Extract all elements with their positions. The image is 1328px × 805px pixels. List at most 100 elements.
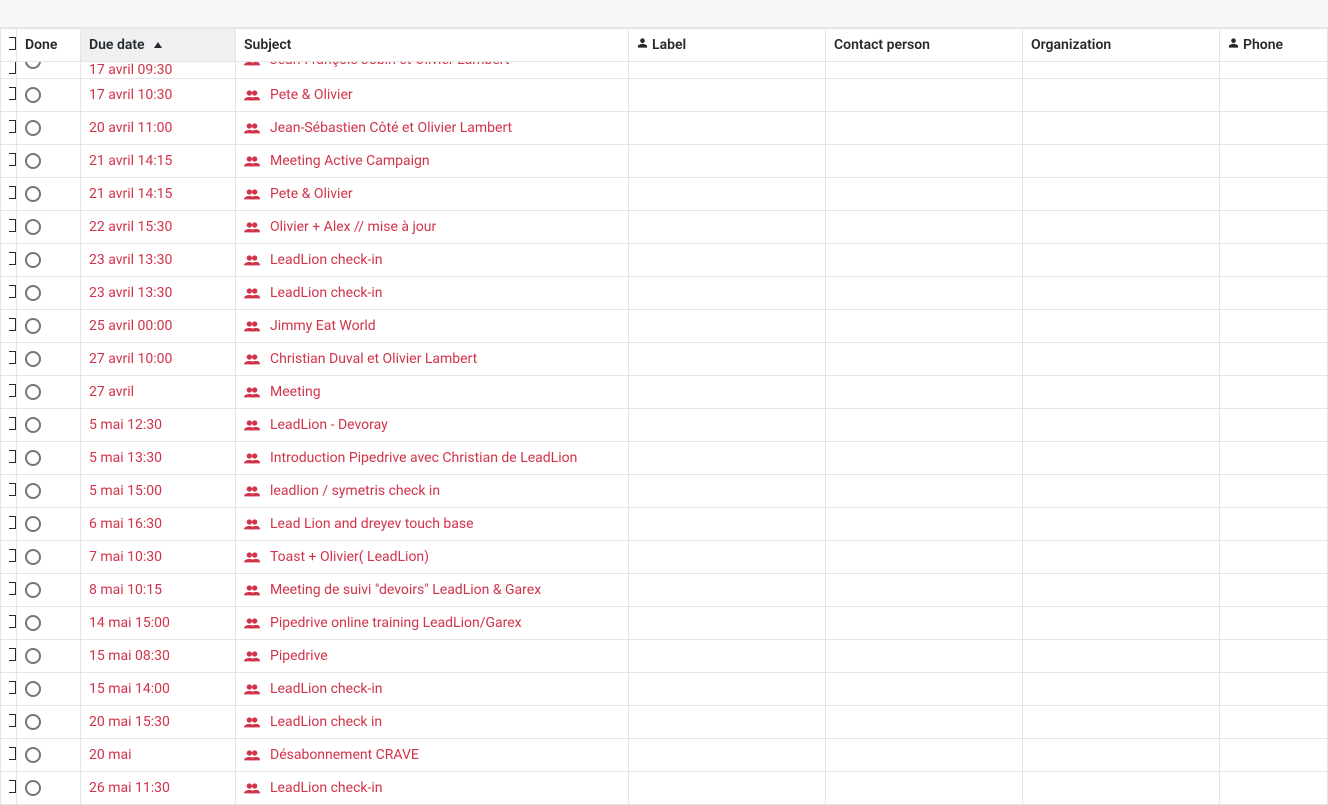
- table-row[interactable]: 21 avril 14:15Meeting Active Campaign: [1, 145, 1328, 178]
- row-phone-cell[interactable]: [1220, 79, 1328, 112]
- row-phone-cell[interactable]: [1220, 640, 1328, 673]
- row-org-cell[interactable]: [1023, 442, 1220, 475]
- row-org-cell[interactable]: [1023, 277, 1220, 310]
- column-header-due-date[interactable]: Due date: [81, 29, 236, 62]
- row-due-cell[interactable]: 5 mai 12:30: [81, 409, 236, 442]
- row-org-cell[interactable]: [1023, 574, 1220, 607]
- row-org-cell[interactable]: [1023, 475, 1220, 508]
- table-row[interactable]: 15 mai 14:00LeadLion check-in: [1, 673, 1328, 706]
- row-checkbox-icon[interactable]: [9, 87, 16, 100]
- table-row[interactable]: 22 avril 15:30Olivier + Alex // mise à j…: [1, 211, 1328, 244]
- row-phone-cell[interactable]: [1220, 706, 1328, 739]
- row-subject-cell[interactable]: LeadLion check-in: [236, 772, 629, 805]
- row-checkbox-icon[interactable]: [9, 582, 16, 595]
- table-row[interactable]: 23 avril 13:30LeadLion check-in: [1, 244, 1328, 277]
- done-circle-icon[interactable]: [25, 252, 41, 268]
- row-phone-cell[interactable]: [1220, 574, 1328, 607]
- row-done-cell[interactable]: [17, 508, 81, 541]
- row-checkbox-icon[interactable]: [9, 648, 16, 661]
- row-label-cell[interactable]: [629, 607, 826, 640]
- row-checkbox-icon[interactable]: [9, 120, 16, 133]
- done-circle-icon[interactable]: [25, 417, 41, 433]
- row-label-cell[interactable]: [629, 442, 826, 475]
- row-checkbox-icon[interactable]: [9, 318, 16, 331]
- row-checkbox-cell[interactable]: [1, 310, 17, 343]
- row-checkbox-icon[interactable]: [9, 516, 16, 529]
- row-done-cell[interactable]: [17, 178, 81, 211]
- row-label-cell[interactable]: [629, 541, 826, 574]
- row-due-cell[interactable]: 20 mai 15:30: [81, 706, 236, 739]
- row-contact-cell[interactable]: [826, 178, 1023, 211]
- row-checkbox-cell[interactable]: [1, 145, 17, 178]
- row-contact-cell[interactable]: [826, 62, 1023, 79]
- column-header-done[interactable]: Done: [17, 29, 81, 62]
- row-done-cell[interactable]: [17, 310, 81, 343]
- row-checkbox-icon[interactable]: [9, 186, 16, 199]
- row-contact-cell[interactable]: [826, 640, 1023, 673]
- row-label-cell[interactable]: [629, 211, 826, 244]
- row-org-cell[interactable]: [1023, 673, 1220, 706]
- row-contact-cell[interactable]: [826, 79, 1023, 112]
- table-row[interactable]: 17 avril 09:30Jean-François Jobin et Oli…: [1, 62, 1328, 79]
- row-phone-cell[interactable]: [1220, 178, 1328, 211]
- row-due-cell[interactable]: 14 mai 15:00: [81, 607, 236, 640]
- row-org-cell[interactable]: [1023, 178, 1220, 211]
- row-checkbox-cell[interactable]: [1, 62, 17, 79]
- row-subject-cell[interactable]: LeadLion check-in: [236, 673, 629, 706]
- row-checkbox-cell[interactable]: [1, 409, 17, 442]
- done-circle-icon[interactable]: [25, 219, 41, 235]
- row-org-cell[interactable]: [1023, 772, 1220, 805]
- row-due-cell[interactable]: 8 mai 10:15: [81, 574, 236, 607]
- row-phone-cell[interactable]: [1220, 673, 1328, 706]
- row-checkbox-cell[interactable]: [1, 277, 17, 310]
- row-phone-cell[interactable]: [1220, 244, 1328, 277]
- done-circle-icon[interactable]: [25, 450, 41, 466]
- row-checkbox-icon[interactable]: [9, 219, 16, 232]
- row-contact-cell[interactable]: [826, 376, 1023, 409]
- row-org-cell[interactable]: [1023, 79, 1220, 112]
- row-label-cell[interactable]: [629, 409, 826, 442]
- row-due-cell[interactable]: 17 avril 10:30: [81, 79, 236, 112]
- row-label-cell[interactable]: [629, 706, 826, 739]
- row-phone-cell[interactable]: [1220, 211, 1328, 244]
- row-subject-cell[interactable]: Introduction Pipedrive avec Christian de…: [236, 442, 629, 475]
- column-header-checkbox[interactable]: [1, 29, 17, 62]
- row-contact-cell[interactable]: [826, 541, 1023, 574]
- row-checkbox-cell[interactable]: [1, 706, 17, 739]
- row-checkbox-icon[interactable]: [9, 351, 16, 364]
- table-row[interactable]: 8 mai 10:15Meeting de suivi "devoirs" Le…: [1, 574, 1328, 607]
- row-subject-cell[interactable]: Désabonnement CRAVE: [236, 739, 629, 772]
- row-org-cell[interactable]: [1023, 62, 1220, 79]
- row-label-cell[interactable]: [629, 244, 826, 277]
- row-done-cell[interactable]: [17, 112, 81, 145]
- row-checkbox-cell[interactable]: [1, 178, 17, 211]
- table-row[interactable]: 17 avril 10:30Pete & Olivier: [1, 79, 1328, 112]
- row-label-cell[interactable]: [629, 475, 826, 508]
- row-phone-cell[interactable]: [1220, 739, 1328, 772]
- table-row[interactable]: 5 mai 13:30Introduction Pipedrive avec C…: [1, 442, 1328, 475]
- row-label-cell[interactable]: [629, 739, 826, 772]
- table-row[interactable]: 7 mai 10:30Toast + Olivier( LeadLion): [1, 541, 1328, 574]
- row-checkbox-icon[interactable]: [9, 780, 16, 793]
- column-header-contact[interactable]: Contact person: [826, 29, 1023, 62]
- row-due-cell[interactable]: 15 mai 14:00: [81, 673, 236, 706]
- row-checkbox-cell[interactable]: [1, 640, 17, 673]
- row-contact-cell[interactable]: [826, 277, 1023, 310]
- table-row[interactable]: 25 avril 00:00Jimmy Eat World: [1, 310, 1328, 343]
- row-done-cell[interactable]: [17, 244, 81, 277]
- row-checkbox-icon[interactable]: [9, 62, 16, 75]
- row-org-cell[interactable]: [1023, 409, 1220, 442]
- row-contact-cell[interactable]: [826, 706, 1023, 739]
- row-phone-cell[interactable]: [1220, 442, 1328, 475]
- row-label-cell[interactable]: [629, 640, 826, 673]
- row-subject-cell[interactable]: Jean-Sébastien Côté et Olivier Lambert: [236, 112, 629, 145]
- done-circle-icon[interactable]: [25, 483, 41, 499]
- row-org-cell[interactable]: [1023, 640, 1220, 673]
- row-checkbox-cell[interactable]: [1, 376, 17, 409]
- row-checkbox-cell[interactable]: [1, 244, 17, 277]
- row-label-cell[interactable]: [629, 376, 826, 409]
- row-phone-cell[interactable]: [1220, 772, 1328, 805]
- row-contact-cell[interactable]: [826, 409, 1023, 442]
- row-label-cell[interactable]: [629, 673, 826, 706]
- row-phone-cell[interactable]: [1220, 112, 1328, 145]
